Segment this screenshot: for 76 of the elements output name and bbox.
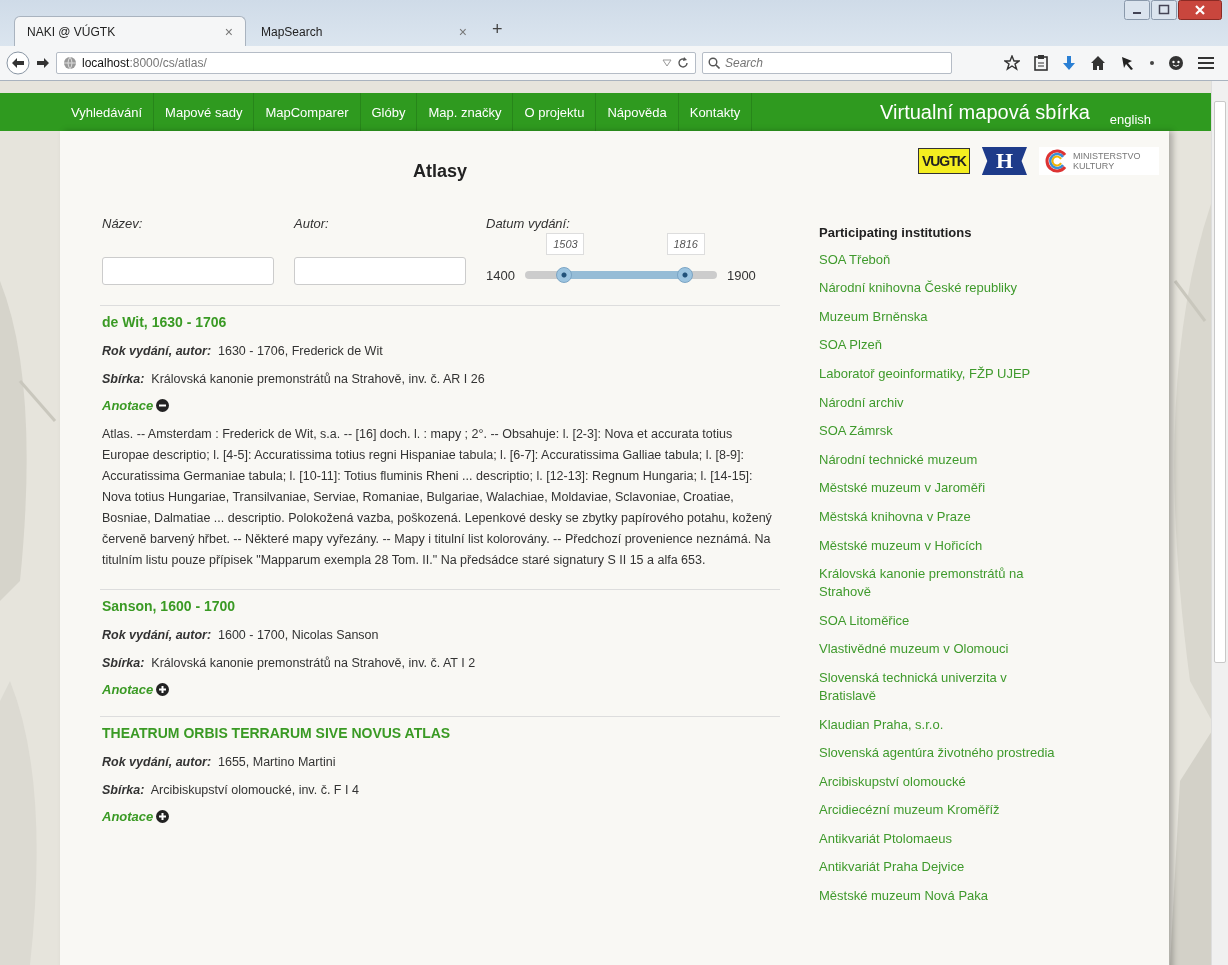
ministry-logo: MINISTERSTVO KULTURY	[1039, 147, 1159, 175]
institution-link[interactable]: Arcidiecézní muzeum Kroměříž	[819, 801, 1059, 820]
slider-value-label: 1503	[546, 233, 585, 255]
institution-link[interactable]: SOA Třeboň	[819, 250, 1059, 269]
record-field: Sbírka: Královská kanonie premonstrátů na Strahově, inv. č. AT I 2	[102, 656, 780, 670]
forward-icon[interactable]	[36, 56, 50, 70]
slider-handle[interactable]	[676, 267, 693, 283]
institution-link[interactable]: Národní archiv	[819, 393, 1059, 412]
dot-icon[interactable]	[1150, 61, 1154, 65]
field-label: Datum vydání:	[486, 216, 571, 231]
institution-link[interactable]: Arcibiskupství olomoucké	[819, 772, 1059, 791]
browser-tab[interactable]: MapSearch ×	[248, 16, 480, 46]
sidebar-heading: Participating institutions	[819, 225, 973, 240]
scrollbar[interactable]	[1211, 81, 1228, 965]
browser-tab[interactable]: NAKI @ VÚGTK ×	[14, 16, 246, 46]
institution-link[interactable]: Městská knihovna v Praze	[819, 507, 1059, 526]
new-tab-button[interactable]: +	[482, 19, 513, 46]
record-title[interactable]: de Wit, 1630 - 1706	[102, 314, 780, 330]
record-field: Rok vydání, autor: 1630 - 1706, Frederick de Wit	[102, 344, 780, 358]
institution-link[interactable]: Klaudian Praha, s.r.o.	[819, 715, 1059, 734]
institution-link[interactable]: Městské muzeum v Hořicích	[819, 536, 1059, 555]
institution-link[interactable]: Vlastivědné muzeum v Olomouci	[819, 640, 1059, 659]
menu-icon[interactable]	[1198, 56, 1214, 70]
annotation-toggle[interactable]: Anotace	[102, 398, 170, 413]
clipboard-icon[interactable]	[1034, 55, 1048, 71]
range-max-label: 1900	[726, 268, 756, 285]
tab-close-button[interactable]: ×	[458, 23, 467, 40]
reload-icon[interactable]	[677, 57, 689, 69]
institution-link[interactable]: Slovenská agentúra životného prostredia	[819, 744, 1059, 763]
back-button[interactable]	[6, 51, 30, 75]
minimize-button[interactable]	[1124, 0, 1150, 20]
maximize-button[interactable]	[1151, 0, 1177, 20]
annotation-toggle[interactable]: Anotace	[102, 809, 170, 824]
record-title[interactable]: Sanson, 1600 - 1700	[102, 598, 780, 614]
home-icon[interactable]	[1090, 55, 1106, 71]
record-field: Sbírka: Královská kanonie premonstrátů na Strahově, inv. č. AR I 26	[102, 372, 780, 386]
institution-link[interactable]: Laboratoř geoinformatiky, FŽP UJEP	[819, 364, 1059, 383]
institution-link[interactable]: Národní technické muzeum	[819, 450, 1059, 469]
close-button[interactable]	[1178, 0, 1222, 20]
pointer-icon[interactable]	[1120, 55, 1136, 71]
annotation-toggle[interactable]: Anotace	[102, 682, 170, 697]
h-logo: H	[981, 147, 1027, 175]
field-label: Autor:	[294, 216, 330, 231]
institution-link[interactable]: Národní knihovna České republiky	[819, 279, 1059, 298]
annotation-text: Atlas. -- Amsterdam : Frederick de Wit, s.a. -- [16] doch. l. : mapy ; 2°. -- Obsahuje: l. [2-3]: Nova et accurata totius Europae descriptio; l. [4-5]: Accuratissima totius regni Hispaniae tabula; l. [6-7]: Accuratissima Galliae tabula; l. [8-9]: Accuratissima Germaniae tabula; l. [10-11]: Totius fluminis Rheni ... descriptio; l. [12-13]: Regnum Hungaria; l. [14-15]: Nova totius Hungariae, Transilvaniae, Serviae, Romaniae, Bulgariae, Walachiae, Moldaviae, Sclavoniae, Croatiae, Bosniae, Dalmatiae ... descriptio. Polokožená vazba, poškozená. Lepenkové desky se zbytky papírového potahu, kožený červeně barvený hřbet. -- Některé mapy vyřezány. -- Mapy i titulní list kolorovány. -- Předchozí provenience neznámá. Na titulním listu pouze přípisek "Mapparum exempla 28 Tom. II." Na předsádce staré signatury S II 15 a alfa 653.	[102, 426, 773, 569]
institution-link[interactable]: Antikvariát Praha Dejvice	[819, 858, 1059, 877]
institution-link[interactable]: Městské muzeum v Jaroměři	[819, 479, 1059, 498]
language-link[interactable]: english	[1109, 112, 1211, 131]
chat-face-icon[interactable]	[1168, 55, 1184, 71]
search-field[interactable]: Search	[702, 52, 952, 74]
page-heading: Atlasy	[412, 161, 468, 182]
field-label: Název:	[102, 216, 144, 231]
record-field: Sbírka: Arcibiskupství olomoucké, inv. č. F I 4	[102, 783, 780, 797]
record-title[interactable]: THEATRUM ORBIS TERRARUM SIVE NOVUS ATLAS	[102, 725, 780, 741]
institution-link[interactable]: Antikvariát Ptolomaeus	[819, 829, 1059, 848]
tab-close-button[interactable]: ×	[224, 23, 233, 40]
address-bar[interactable]: localhost:8000/cs/atlas/	[56, 52, 696, 74]
institution-link[interactable]: Královská kanonie premonstrátů na Strahově	[819, 565, 1059, 602]
institution-link[interactable]: Muzeum Brněnska	[819, 307, 1059, 326]
slider-handle[interactable]	[556, 267, 573, 283]
institution-link[interactable]: SOA Zámrsk	[819, 422, 1059, 441]
record-field: Rok vydání, autor: 1600 - 1700, Nicolas Sanson	[102, 628, 780, 642]
institution-link[interactable]: Městské muzeum Nová Paka	[819, 887, 1059, 906]
site-title: Virtualní mapová sbírka	[880, 100, 1091, 124]
institution-link[interactable]: SOA Plzeň	[819, 336, 1059, 355]
slider-value-label: 1816	[666, 233, 705, 255]
record-field: Rok vydání, autor: 1655, Martino Martini	[102, 755, 780, 769]
name-input[interactable]	[102, 257, 274, 285]
institute-logo: VUGTK	[917, 148, 970, 174]
bookmark-star-icon[interactable]	[1004, 55, 1020, 71]
institution-link[interactable]: SOA Litoměřice	[819, 611, 1059, 630]
globe-icon	[63, 56, 77, 70]
download-icon[interactable]	[1062, 55, 1076, 71]
institution-link[interactable]: Slovenská technická univerzita v Bratislavě	[819, 668, 1059, 705]
range-min-label: 1400	[486, 268, 515, 285]
author-input[interactable]	[294, 257, 466, 285]
